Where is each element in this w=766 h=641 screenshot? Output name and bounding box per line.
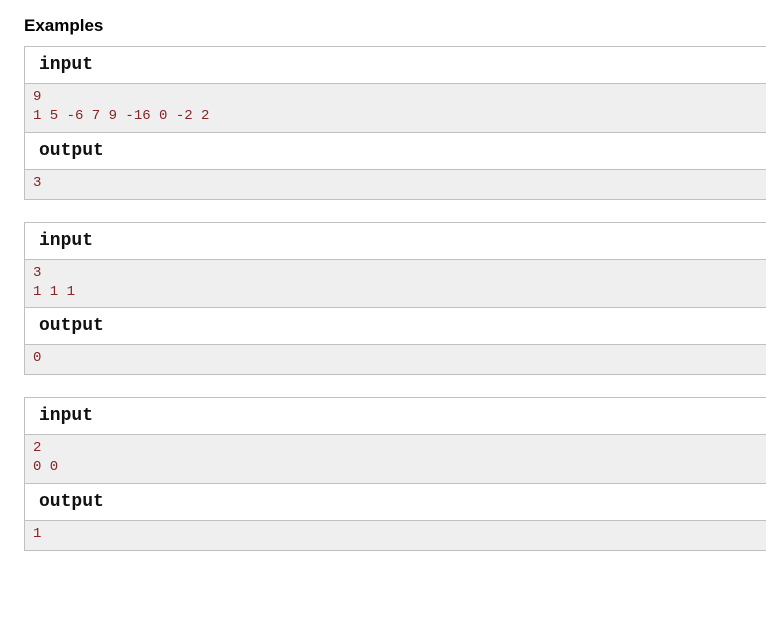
input-label: input (24, 397, 766, 435)
input-content: 2 0 0 (24, 435, 766, 484)
example-block: input 3 1 1 1 output 0 (24, 222, 766, 376)
input-label: input (24, 222, 766, 260)
example-block: input 2 0 0 output 1 (24, 397, 766, 551)
examples-heading: Examples (24, 16, 766, 36)
input-label: input (24, 46, 766, 84)
output-label: output (24, 484, 766, 521)
output-content: 1 (24, 521, 766, 551)
input-content: 9 1 5 -6 7 9 -16 0 -2 2 (24, 84, 766, 133)
input-content: 3 1 1 1 (24, 260, 766, 309)
example-block: input 9 1 5 -6 7 9 -16 0 -2 2 output 3 (24, 46, 766, 200)
output-content: 0 (24, 345, 766, 375)
output-label: output (24, 133, 766, 170)
output-content: 3 (24, 170, 766, 200)
output-label: output (24, 308, 766, 345)
